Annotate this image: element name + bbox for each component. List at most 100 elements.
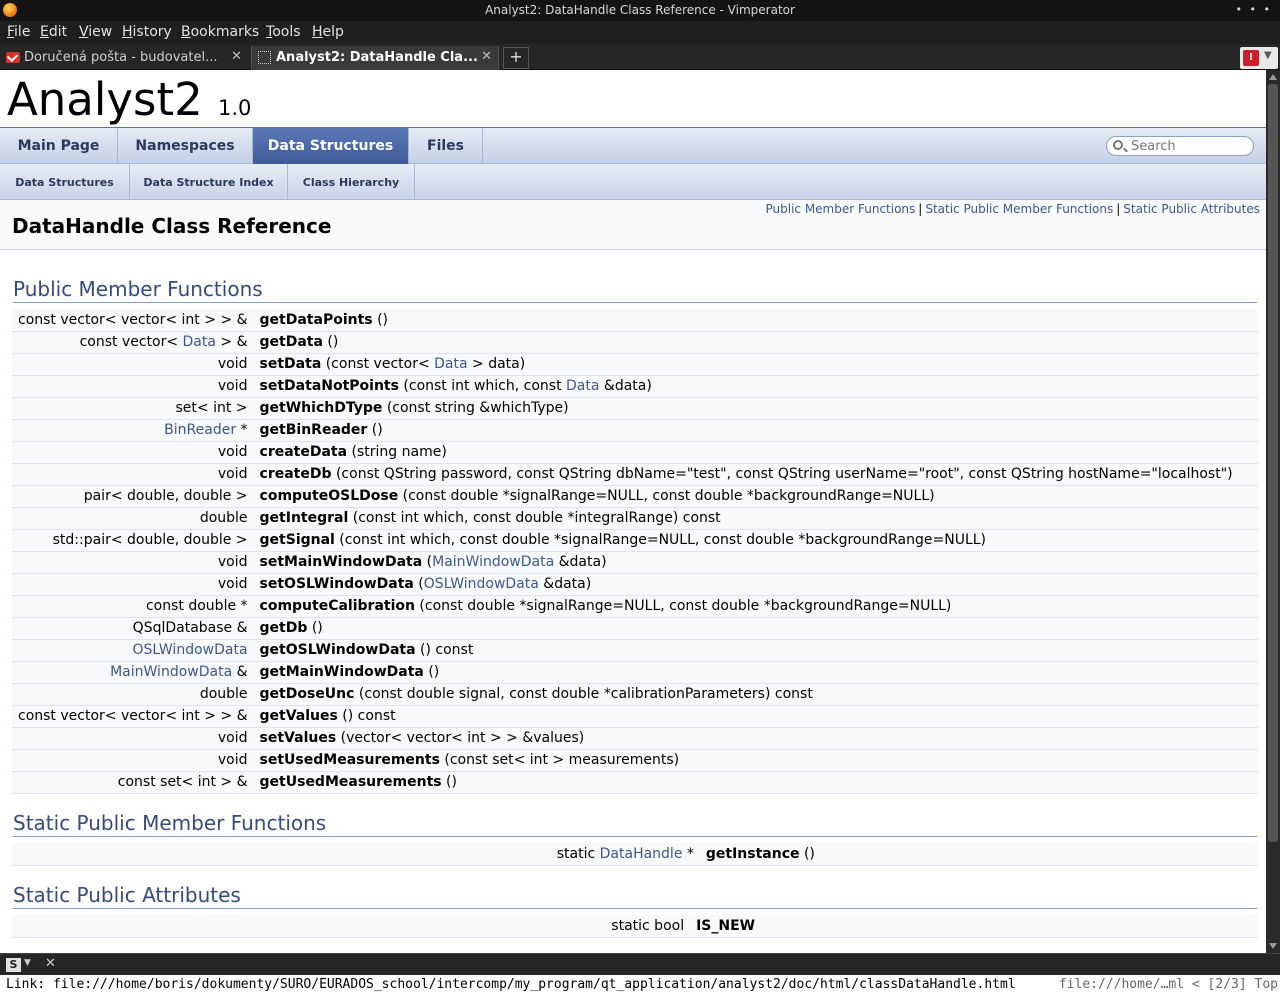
search-box[interactable] <box>1106 136 1254 156</box>
member-name-link[interactable]: IS_NEW <box>696 918 755 934</box>
close-icon[interactable]: ✕ <box>481 49 492 64</box>
member-signature: getData () <box>253 331 1258 354</box>
member-name-link[interactable]: getDb <box>260 620 308 636</box>
type-link[interactable]: Data <box>183 334 216 350</box>
window-title: Analyst2: DataHandle Class Reference - V… <box>485 3 795 17</box>
member-row: const set< int > & getUsedMeasurements () <box>12 771 1258 794</box>
section-heading-public-functions: Public Member Functions <box>13 277 1257 303</box>
member-name-link[interactable]: createDb <box>260 466 332 482</box>
menu-tools[interactable]: Tools <box>266 24 301 40</box>
addon-button[interactable]: ! ▼ <box>1240 47 1278 69</box>
return-type-text: pair< double, double > <box>83 488 248 504</box>
menu-bookmarks[interactable]: Bookmarks <box>181 24 259 40</box>
summary-link-public-functions[interactable]: Public Member Functions <box>765 202 915 216</box>
member-row: void setValues (vector< vector< int > > &… <box>12 727 1258 750</box>
member-signature: getUsedMeasurements () <box>253 771 1258 794</box>
tab-datahandle[interactable]: Analyst2: DataHandle Cla... ✕ <box>251 46 499 70</box>
member-row: void setDataNotPoints (const int which, c… <box>12 375 1258 398</box>
type-link[interactable]: OSLWindowData <box>132 642 247 658</box>
member-name-link[interactable]: getWhichDType <box>260 400 383 416</box>
member-name-link[interactable]: setDataNotPoints <box>260 378 399 394</box>
member-name-link[interactable]: getUsedMeasurements <box>260 774 442 790</box>
vertical-scrollbar[interactable] <box>1266 70 1280 953</box>
summary-link-static-functions[interactable]: Static Public Member Functions <box>925 202 1113 216</box>
search-icon[interactable] <box>1113 140 1123 150</box>
chevron-down-icon[interactable]: ▼ <box>24 958 31 968</box>
close-icon[interactable]: ✕ <box>45 956 56 971</box>
nav-namespaces[interactable]: Namespaces <box>118 128 253 164</box>
scroll-up-icon[interactable] <box>1269 74 1277 80</box>
member-return-type: double <box>12 507 254 530</box>
member-signature: getMainWindowData () <box>253 661 1258 684</box>
url-position-info: file:///home/…ml < [2/3] Top <box>1058 977 1278 992</box>
subnav-data-structures[interactable]: Data Structures <box>0 164 130 200</box>
member-name-link[interactable]: createData <box>260 444 348 460</box>
type-link[interactable]: OSLWindowData <box>424 576 539 592</box>
type-link[interactable]: Data <box>566 378 599 394</box>
summary-link-static-attributes[interactable]: Static Public Attributes <box>1123 202 1260 216</box>
subnav-class-hierarchy[interactable]: Class Hierarchy <box>288 164 415 200</box>
member-row: OSLWindowData getOSLWindowData () const <box>12 639 1258 662</box>
status-badge[interactable]: S <box>6 958 21 972</box>
command-line[interactable]: Link: file:///home/boris/dokumenty/SURO/… <box>0 975 1280 994</box>
member-name-link[interactable]: getIntegral <box>260 510 349 526</box>
nav-files[interactable]: Files <box>409 128 483 164</box>
menu-history[interactable]: History <box>122 24 172 40</box>
search-input[interactable] <box>1131 138 1249 154</box>
close-icon[interactable]: ✕ <box>231 49 242 64</box>
type-link[interactable]: MainWindowData <box>110 664 232 680</box>
nav-data-structures[interactable]: Data Structures <box>253 128 409 164</box>
window-controls[interactable]: • • • <box>1236 3 1272 16</box>
menu-help[interactable]: Help <box>312 24 344 40</box>
member-name-link[interactable]: getSignal <box>260 532 335 548</box>
menu-edit[interactable]: Edit <box>40 24 67 40</box>
type-link[interactable]: MainWindowData <box>432 554 554 570</box>
scrollbar-thumb[interactable] <box>1268 84 1278 842</box>
member-name-link[interactable]: getValues <box>260 708 338 724</box>
member-return-type: set< int > <box>12 397 254 420</box>
type-link[interactable]: Data <box>434 356 467 372</box>
main-navigation: Main Page Namespaces Data Structures Fil… <box>0 128 1266 164</box>
member-name-link[interactable]: getOSLWindowData <box>260 642 416 658</box>
tab-label: Doručená pošta - budovatel... <box>24 50 218 65</box>
member-return-type: const vector< vector< int > > & <box>12 309 254 332</box>
nav-main-page[interactable]: Main Page <box>0 128 118 164</box>
menu-file[interactable]: File <box>7 24 30 40</box>
member-name-link[interactable]: getData <box>260 334 323 350</box>
member-name-link[interactable]: setMainWindowData <box>260 554 423 570</box>
member-row: pair< double, double > computeOSLDose (co… <box>12 485 1258 508</box>
type-link[interactable]: DataHandle <box>600 846 683 862</box>
static-functions-table: static DataHandle * getInstance () <box>12 843 1258 866</box>
member-name-link[interactable]: setOSLWindowData <box>260 576 414 592</box>
return-type-text: const double * <box>145 598 248 614</box>
member-name-link[interactable]: getDoseUnc <box>260 686 355 702</box>
member-name-link[interactable]: setValues <box>260 730 337 746</box>
member-name-link[interactable]: setData <box>260 356 322 372</box>
member-row: const vector< Data > & getData () <box>12 331 1258 354</box>
member-signature: setData (const vector< Data > data) <box>253 353 1258 376</box>
member-name-link[interactable]: getDataPoints <box>260 312 373 328</box>
member-name-link[interactable]: getBinReader <box>260 422 368 438</box>
member-signature: computeOSLDose (const double *signalRang… <box>253 485 1258 508</box>
menu-view[interactable]: View <box>79 24 112 40</box>
summary-separator: | <box>1116 202 1121 216</box>
member-name-link[interactable]: setUsedMeasurements <box>260 752 440 768</box>
scroll-down-icon[interactable] <box>1269 943 1277 949</box>
window-titlebar: Analyst2: DataHandle Class Reference - V… <box>0 0 1280 21</box>
member-name-link[interactable]: getMainWindowData <box>260 664 424 680</box>
member-row: std::pair< double, double > getSignal (co… <box>12 529 1258 552</box>
member-name-link[interactable]: computeCalibration <box>260 598 415 614</box>
return-type-text: void <box>217 466 248 482</box>
return-type-text: * <box>236 422 248 438</box>
member-signature: getWhichDType (const string &whichType) <box>253 397 1258 420</box>
args-text: (string name) <box>347 444 447 460</box>
member-signature: getBinReader () <box>253 419 1258 442</box>
member-signature: getDb () <box>253 617 1258 640</box>
subnav-data-structure-index[interactable]: Data Structure Index <box>130 164 288 200</box>
new-tab-button[interactable]: + <box>503 47 529 69</box>
member-name-link[interactable]: computeOSLDose <box>260 488 399 504</box>
tab-mail[interactable]: Doručená pošta - budovatel... ✕ <box>0 46 248 70</box>
member-return-type: const vector< vector< int > > & <box>12 705 254 728</box>
member-name-link[interactable]: getInstance <box>706 846 800 862</box>
type-link[interactable]: BinReader <box>164 422 236 438</box>
